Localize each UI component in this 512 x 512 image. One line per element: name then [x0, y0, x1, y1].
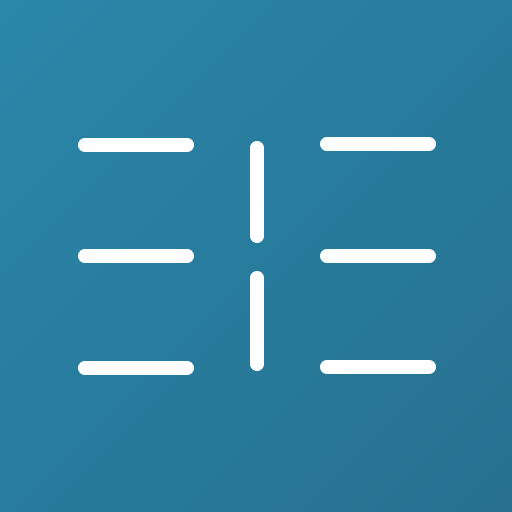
right-line-bottom [320, 360, 436, 374]
left-line-top [78, 138, 194, 152]
right-line-middle [320, 249, 436, 263]
divider-lower [250, 271, 264, 371]
divider-upper [250, 141, 264, 243]
left-line-middle [78, 249, 194, 263]
right-line-top [320, 137, 436, 151]
logo-canvas [0, 0, 512, 512]
left-line-bottom [78, 361, 194, 375]
